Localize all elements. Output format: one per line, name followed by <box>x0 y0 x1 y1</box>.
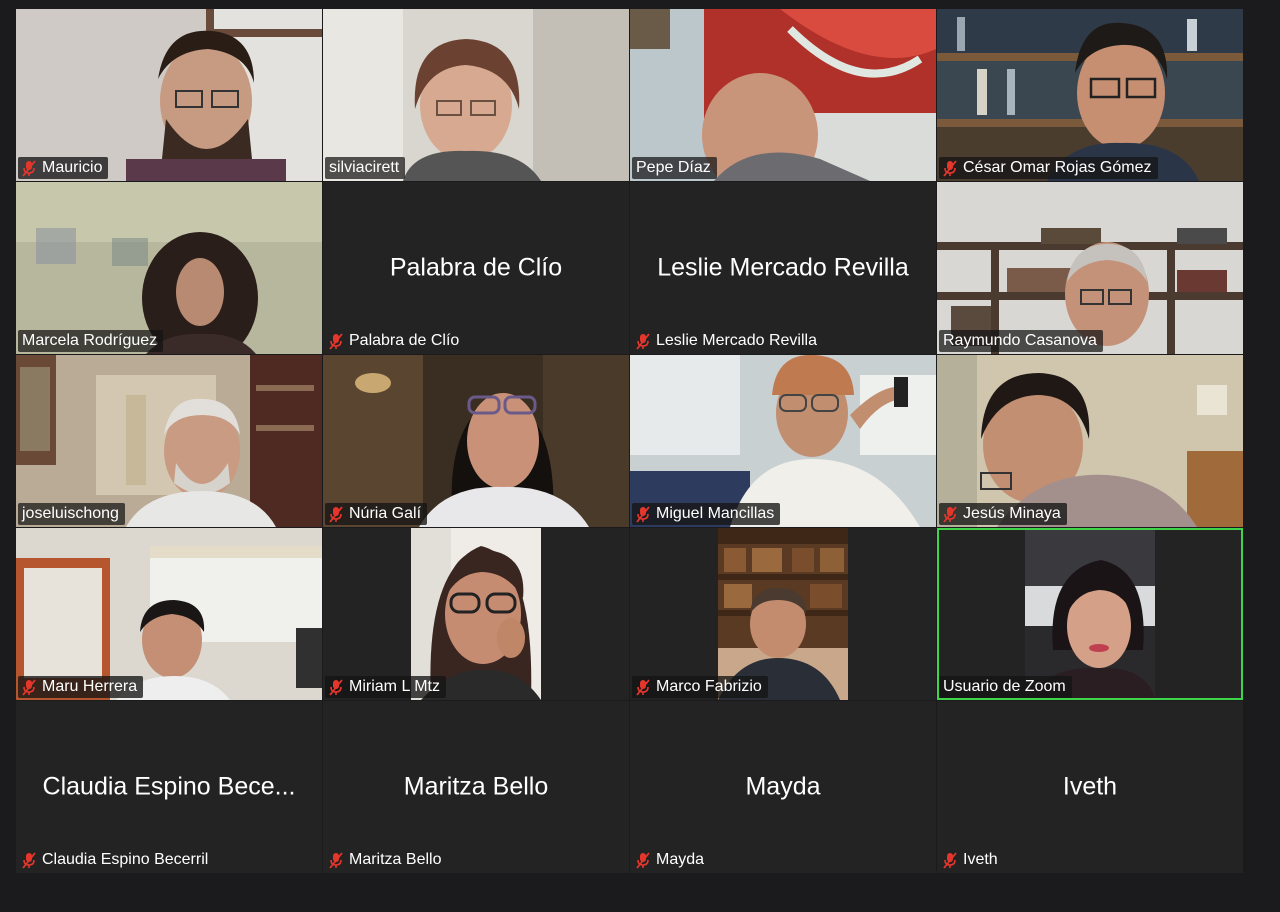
participant-nameplate: silviacirett <box>325 157 406 179</box>
window-edge <box>1256 0 1280 912</box>
mic-muted-icon <box>329 505 343 523</box>
participant-nameplate: Pepe Díaz <box>632 157 717 179</box>
mic-muted-icon <box>22 851 36 869</box>
participant-video <box>323 355 629 527</box>
participant-nameplate: Jesús Minaya <box>939 503 1067 525</box>
participant-nameplate: Miriam L Mtz <box>325 676 446 698</box>
participant-video <box>630 9 936 181</box>
participant-name: silviacirett <box>329 159 400 176</box>
participant-display-name: Iveth <box>1062 772 1118 801</box>
video-gallery: Mauricio silviacirett Pepe Díaz César Om… <box>16 9 1244 873</box>
participant-nameplate: Palabra de Clío <box>325 330 465 352</box>
participant-tile[interactable]: Marcela Rodríguez <box>16 182 322 354</box>
participant-video <box>16 182 322 354</box>
participant-nameplate: Raymundo Casanova <box>939 330 1103 352</box>
participant-tile[interactable]: joseluischong <box>16 355 322 527</box>
participant-video <box>718 528 848 700</box>
participant-video <box>630 355 936 527</box>
participant-name: Maritza Bello <box>349 851 442 868</box>
participant-tile[interactable]: Mayda Mayda <box>630 701 936 873</box>
participant-tile[interactable]: Maritza Bello Maritza Bello <box>323 701 629 873</box>
participant-tile[interactable]: Palabra de Clío Palabra de Clío <box>323 182 629 354</box>
participant-video <box>323 9 629 181</box>
participant-video <box>937 182 1243 354</box>
participant-nameplate: Miguel Mancillas <box>632 503 781 525</box>
participant-tile[interactable]: Iveth Iveth <box>937 701 1243 873</box>
participant-name: Raymundo Casanova <box>943 332 1097 349</box>
participant-nameplate: Mauricio <box>18 157 109 179</box>
participant-tile[interactable]: Raymundo Casanova <box>937 182 1243 354</box>
participant-name: César Omar Rojas Gómez <box>963 159 1152 176</box>
participant-nameplate: Claudia Espino Becerril <box>18 849 214 871</box>
participant-display-name: Palabra de Clío <box>389 253 563 282</box>
participant-name: Miriam L Mtz <box>349 678 440 695</box>
participant-video <box>16 355 322 527</box>
participant-tile[interactable]: Leslie Mercado Revilla Leslie Mercado Re… <box>630 182 936 354</box>
participant-name: Marco Fabrizio <box>656 678 762 695</box>
participant-tile[interactable]: César Omar Rojas Gómez <box>937 9 1243 181</box>
mic-muted-icon <box>943 851 957 869</box>
participant-name: Mayda <box>656 851 705 868</box>
mic-muted-icon <box>943 159 957 177</box>
participant-name: Pepe Díaz <box>636 159 711 176</box>
participant-nameplate: Usuario de Zoom <box>939 676 1072 698</box>
participant-name: joseluischong <box>22 505 119 522</box>
participant-video <box>937 355 1243 527</box>
participant-video <box>16 528 322 700</box>
participant-tile[interactable]: Miriam L Mtz <box>323 528 629 700</box>
mic-muted-icon <box>329 332 343 350</box>
participant-nameplate: Maru Herrera <box>18 676 144 698</box>
participant-tile[interactable]: Mauricio <box>16 9 322 181</box>
participant-video <box>411 528 541 700</box>
participant-name: Iveth <box>963 851 998 868</box>
participant-name: Leslie Mercado Revilla <box>656 332 817 349</box>
participant-name: Usuario de Zoom <box>943 678 1066 695</box>
participant-tile[interactable]: Pepe Díaz <box>630 9 936 181</box>
mic-muted-icon <box>329 678 343 696</box>
participant-display-name: Claudia Espino Bece... <box>42 772 296 801</box>
participant-display-name: Leslie Mercado Revilla <box>657 253 909 282</box>
participant-tile[interactable]: Núria Galí <box>323 355 629 527</box>
participant-name: Mauricio <box>42 159 103 176</box>
participant-name: Núria Galí <box>349 505 422 522</box>
participant-nameplate: Núria Galí <box>325 503 428 525</box>
participant-nameplate: Leslie Mercado Revilla <box>632 330 823 352</box>
participant-nameplate: Marco Fabrizio <box>632 676 768 698</box>
participant-name: Claudia Espino Becerril <box>42 851 209 868</box>
participant-name: Miguel Mancillas <box>656 505 775 522</box>
mic-muted-icon <box>636 851 650 869</box>
participant-tile[interactable]: Jesús Minaya <box>937 355 1243 527</box>
participant-name: Maru Herrera <box>42 678 138 695</box>
participant-tile[interactable]: Claudia Espino Bece... Claudia Espino Be… <box>16 701 322 873</box>
participant-video <box>937 9 1243 181</box>
mic-muted-icon <box>329 851 343 869</box>
participant-nameplate: Iveth <box>939 849 1004 871</box>
mic-muted-icon <box>636 505 650 523</box>
participant-tile[interactable]: Maru Herrera <box>16 528 322 700</box>
participant-nameplate: César Omar Rojas Gómez <box>939 157 1158 179</box>
mic-muted-icon <box>943 505 957 523</box>
participant-tile[interactable]: Miguel Mancillas <box>630 355 936 527</box>
participant-name: Jesús Minaya <box>963 505 1061 522</box>
mic-muted-icon <box>636 332 650 350</box>
participant-nameplate: Mayda <box>632 849 710 871</box>
participant-tile[interactable]: Marco Fabrizio <box>630 528 936 700</box>
participant-video <box>1025 530 1155 698</box>
mic-muted-icon <box>636 678 650 696</box>
participant-name: Marcela Rodríguez <box>22 332 158 349</box>
mic-muted-icon <box>22 159 36 177</box>
participant-nameplate: Maritza Bello <box>325 849 447 871</box>
mic-muted-icon <box>22 678 36 696</box>
participant-tile-active-speaker[interactable]: Usuario de Zoom <box>937 528 1243 700</box>
participant-video <box>16 9 322 181</box>
participant-display-name: Mayda <box>745 772 821 801</box>
participant-nameplate: Marcela Rodríguez <box>18 330 164 352</box>
participant-display-name: Maritza Bello <box>403 772 549 801</box>
participant-name: Palabra de Clío <box>349 332 460 349</box>
participant-nameplate: joseluischong <box>18 503 125 525</box>
participant-tile[interactable]: silviacirett <box>323 9 629 181</box>
